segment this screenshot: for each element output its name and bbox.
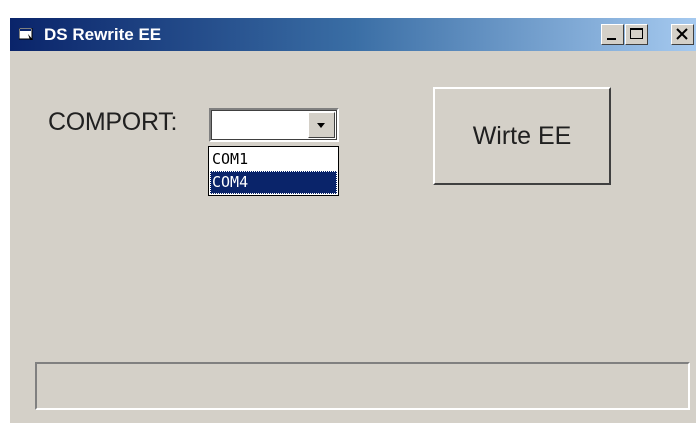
minimize-button[interactable] [601,24,624,45]
chevron-down-icon [317,123,325,128]
comport-dropdown-button[interactable] [308,112,335,138]
app-window-icon [19,28,33,40]
maximize-icon [630,28,643,39]
comport-option-com4[interactable]: COM4 [210,171,337,194]
comport-combobox[interactable] [209,108,339,142]
window-title: DS Rewrite EE [44,25,162,44]
title-bar[interactable]: DS Rewrite EE [10,18,696,51]
app-window: DS Rewrite EE COMPORT: COM1 COM4 Wirte E… [9,17,696,423]
close-button[interactable] [671,24,694,45]
comport-dropdown-list: COM1 COM4 [208,146,339,196]
write-ee-button[interactable]: Wirte EE [433,87,611,185]
comport-label: COMPORT: [48,108,178,136]
close-icon [676,28,688,40]
maximize-button[interactable] [625,24,648,45]
minimize-icon [607,38,616,40]
comport-option-com1[interactable]: COM1 [210,148,337,171]
status-panel [35,362,690,410]
